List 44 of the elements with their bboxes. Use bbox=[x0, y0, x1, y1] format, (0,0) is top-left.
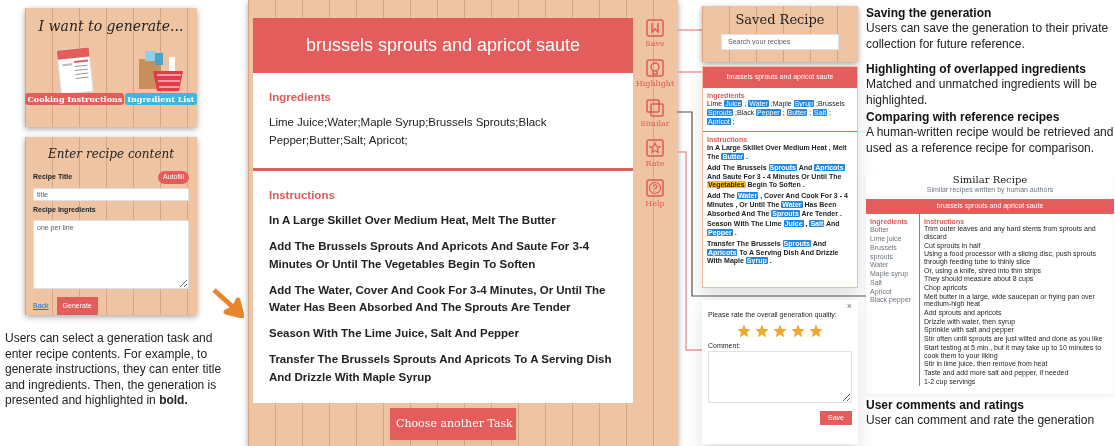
tool-button[interactable]: Save bbox=[634, 18, 676, 50]
tool-button[interactable]: Highlight bbox=[634, 58, 676, 90]
instruction-step: In A Large Skillet Over Medium Heat, Melt The Butter bbox=[269, 212, 617, 230]
task-option[interactable]: Ingredient List bbox=[125, 93, 197, 105]
section-heading: Ingredients bbox=[269, 90, 332, 105]
leader-line bbox=[676, 71, 703, 73]
tool-button[interactable]: Help bbox=[634, 178, 676, 210]
task-option[interactable]: Cooking Instructions bbox=[25, 93, 125, 105]
annotation-text: Users can save the generation to their private collection for future reference. bbox=[866, 21, 1110, 53]
annotation-heading: Comparing with reference recipes bbox=[866, 110, 1061, 125]
lightbulb-icon bbox=[645, 58, 665, 78]
star-icon bbox=[773, 323, 787, 338]
star-icon bbox=[791, 323, 805, 338]
panel-title: Saved Recipe bbox=[735, 11, 825, 29]
recipe-title: brussels sprouts and apricot saute bbox=[253, 18, 633, 73]
annotation-text: Matched and unmatched ingredients will be highlighted. bbox=[866, 77, 1098, 109]
instruction-step: Transfer The Brussels Sprouts And Apricots To A Serving Dish And Drizzle With Maple Syrup bbox=[269, 351, 617, 387]
star-icon bbox=[755, 323, 769, 338]
instruction-step: Add The Water, Cover And Cook For 3-4 Minutes, Or Until The Water Has Been Absorbed And The Sprouts Are Tender bbox=[269, 281, 617, 318]
panel-title: Enter recipe content bbox=[46, 146, 176, 163]
section-heading: Instructions bbox=[269, 187, 336, 203]
bookmark-icon bbox=[645, 18, 665, 38]
arrow-icon bbox=[212, 286, 244, 318]
panel-title: Similar Recipe bbox=[951, 174, 1029, 186]
copy-icon bbox=[645, 98, 665, 118]
leader-line bbox=[676, 29, 703, 31]
panel-title: I want to generate... bbox=[38, 17, 184, 36]
caption-paragraph: Users can select a generation task and enter recipe contents. For example, to generate instructions, they can enter title and ingredients. Then, the generation is presented and highlighted in bold. bbox=[5, 331, 223, 410]
choose-task-button[interactable]: Choose another Task bbox=[390, 408, 516, 440]
help-icon bbox=[645, 178, 665, 198]
tool-button[interactable]: Rate bbox=[634, 138, 676, 170]
star-icon bbox=[737, 323, 751, 338]
instruction-step: Season With The Lime Juice, Salt And Pepper bbox=[269, 325, 617, 343]
ingredient-list: Lime Juice;Water;Maple Syrup;Brussels Sprouts;Black Pepper;Butter;Salt; Apricot; bbox=[269, 114, 617, 150]
annotation-heading: Saving the generation bbox=[866, 6, 993, 21]
close-button[interactable]: × bbox=[846, 302, 852, 311]
star-icon bbox=[809, 323, 823, 338]
annotation-heading: User comments and ratings bbox=[866, 398, 1026, 413]
annotation-text: User can comment and rate the generation bbox=[866, 413, 1096, 429]
annotation-heading: Highlighting of overlapped ingredients bbox=[866, 62, 1087, 77]
annotation-text: A human-written recipe would be retrieved and used as a reference recipe for comparison. bbox=[866, 125, 1114, 157]
instruction-step: Add The Brussels Sprouts And Apricots And Saute For 3-4 Minutes Or Until The Vegetables Begin To Soften bbox=[269, 237, 617, 274]
comment-field[interactable] bbox=[708, 350, 852, 403]
tool-button[interactable]: Similar bbox=[634, 98, 676, 130]
